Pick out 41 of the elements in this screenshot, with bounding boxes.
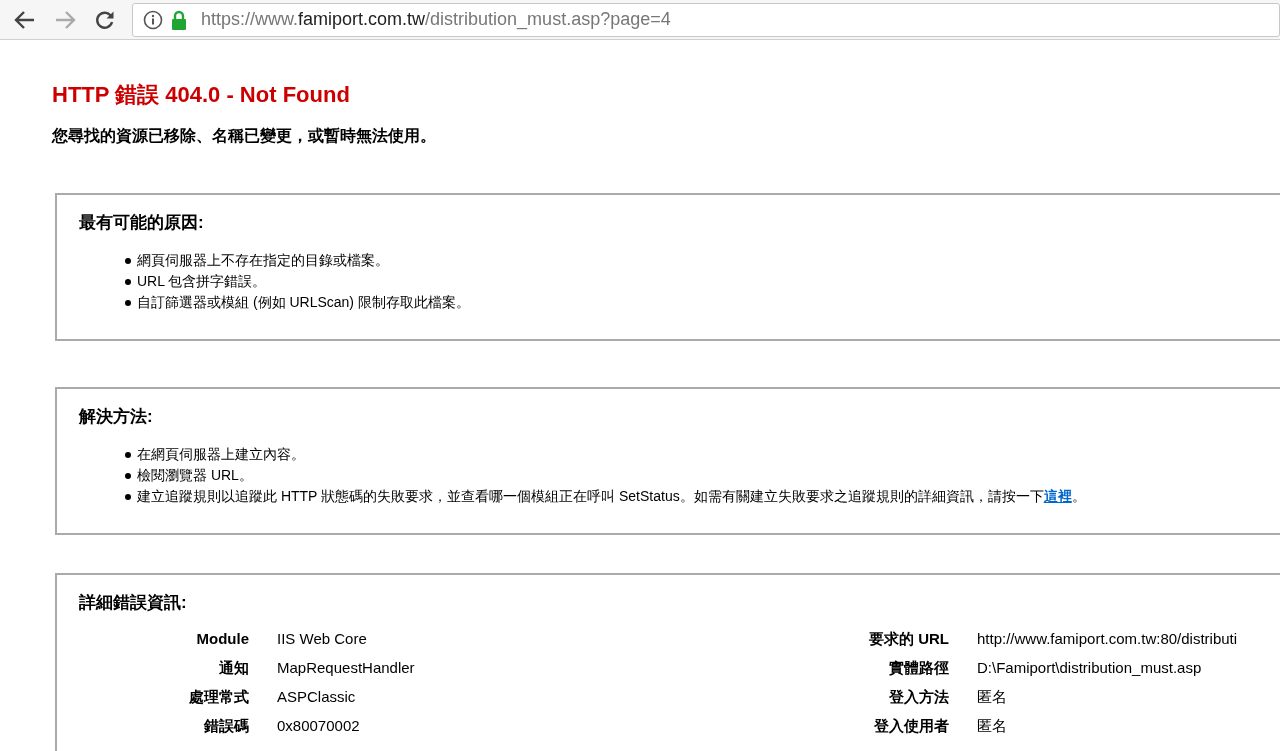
bullet-icon	[125, 299, 131, 306]
bullet-icon	[125, 493, 131, 500]
forward-arrow-icon	[54, 9, 76, 30]
field-label: 登入方法	[888, 688, 949, 707]
field-label: 實體路徑	[888, 659, 949, 678]
field-value: http://www.famiport.com.tw:80/distributi	[977, 630, 1238, 649]
bullet-icon	[125, 451, 131, 458]
field-label: 通知	[218, 659, 249, 678]
url-text: https://www.famiport.com.tw/distribution_must.asp?page=4	[201, 9, 671, 30]
bullet-icon	[125, 472, 131, 479]
error-title: HTTP 錯誤 404.0 - Not Found	[52, 81, 351, 109]
back-arrow-icon	[14, 9, 36, 30]
field-label: 錯誤碼	[203, 717, 249, 736]
field-value: IIS Web Core	[277, 630, 368, 649]
bullet-icon	[125, 257, 131, 264]
info-icon[interactable]	[143, 9, 163, 30]
lock-icon	[171, 9, 187, 30]
field-label: 處理常式	[188, 688, 249, 707]
list-item-text: 建立追蹤規則以追蹤此 HTTP 狀態碼的失敗要求，並查看哪一個模組正在呼叫 SetStatus。如需有關建立失敗要求之追蹤規則的詳細資訊，請按一下這裡。	[137, 487, 1086, 506]
section-heading: 最有可能的原因:	[79, 212, 205, 234]
list-item-text: 檢閱瀏覽器 URL。	[137, 466, 253, 485]
reload-icon	[95, 9, 115, 30]
field-value: 0x80070002	[277, 717, 361, 736]
list-item-text: 自訂篩選器或模組 (例如 URLScan) 限制存取此檔案。	[137, 293, 470, 312]
section-heading: 詳細錯誤資訊:	[79, 592, 188, 614]
list-item-text: URL 包含拼字錯誤。	[137, 272, 267, 291]
field-label: 要求的 URL	[868, 630, 949, 649]
address-bar[interactable]: https://www.famiport.com.tw/distribution_must.asp?page=4	[132, 2, 1280, 37]
field-label: 登入使用者	[873, 717, 949, 736]
field-value: 匿名	[977, 717, 1008, 736]
field-value: 匿名	[977, 688, 1008, 707]
error-subtitle: 您尋找的資源已移除、名稱已變更，或暫時無法使用。	[52, 126, 437, 146]
list-item-text: 在網頁伺服器上建立內容。	[137, 445, 305, 464]
bullet-icon	[125, 278, 131, 285]
list-item-text: 網頁伺服器上不存在指定的目錄或檔案。	[137, 251, 389, 270]
here-link[interactable]: 這裡	[1043, 487, 1072, 504]
field-value: ASPClassic	[277, 688, 357, 707]
field-label: Module	[195, 630, 249, 649]
field-value: MapRequestHandler	[277, 659, 416, 678]
field-value: D:\Famiport\distribution_must.asp	[977, 659, 1203, 678]
section-heading: 解決方法:	[79, 406, 154, 428]
